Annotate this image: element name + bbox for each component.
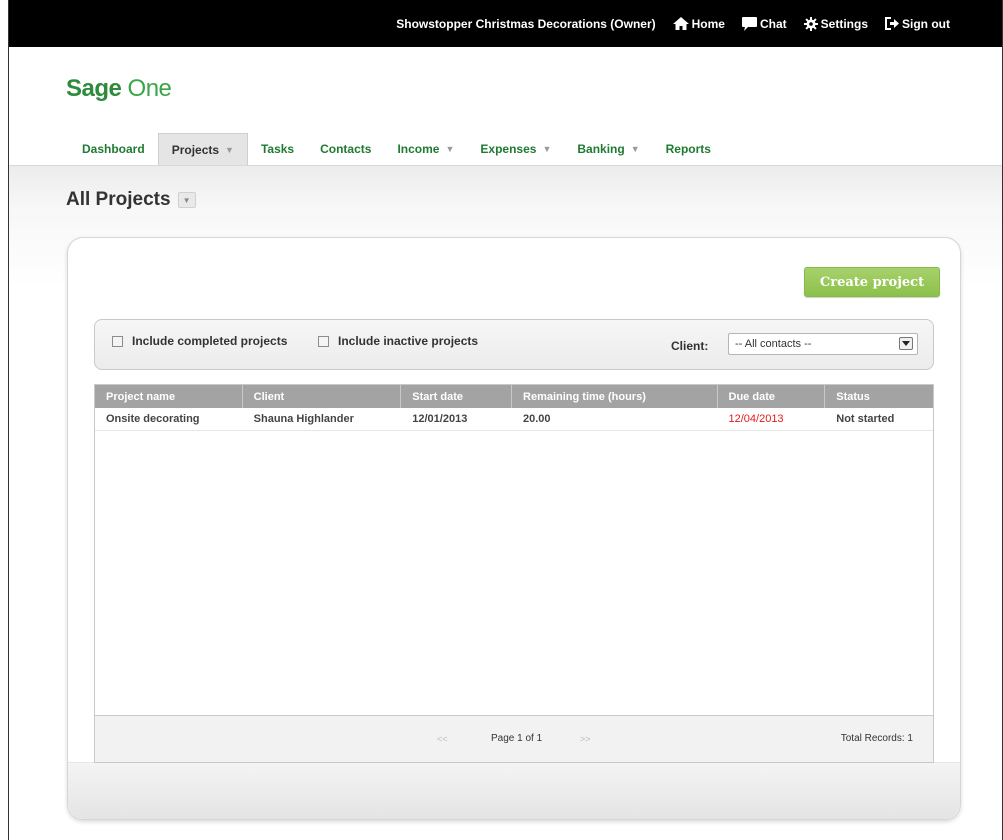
home-link[interactable]: Home (672, 16, 725, 31)
nav-divider (9, 165, 1002, 166)
chat-label: Chat (759, 16, 787, 31)
sign-out-icon (885, 17, 899, 30)
chevron-down-icon: ▼ (445, 144, 455, 154)
settings-label: Settings (820, 16, 868, 31)
chevron-down-icon: ▼ (182, 195, 191, 205)
logo-bold: Sage (66, 75, 122, 102)
page-title: All Projects ▼ (66, 189, 196, 211)
cell-remaining-time: 20.00 (523, 413, 551, 425)
tab-label: Tasks (260, 142, 295, 156)
tab-expenses[interactable]: Expenses ▼ (467, 133, 564, 165)
column-client[interactable]: Client (243, 385, 402, 408)
tab-projects[interactable]: Projects ▼ (157, 133, 248, 165)
table-header: Project name Client Start date Remaining… (95, 385, 933, 408)
prev-page-button[interactable]: << (437, 734, 448, 744)
gear-icon (803, 16, 818, 31)
signout-label: Sign out (902, 16, 950, 31)
create-project-button[interactable]: Create project (804, 267, 940, 297)
cell-due-date: 12/04/2013 (728, 413, 784, 425)
chat-icon (741, 16, 757, 31)
tab-label: Dashboard (82, 142, 145, 156)
include-completed-checkbox[interactable]: Include completed projects (112, 334, 287, 348)
company-name[interactable]: Showstopper Christmas Decorations (Owner… (396, 17, 655, 31)
pagination-bar: << Page 1 of 1 >> Total Records: 1 (95, 715, 933, 762)
next-page-button[interactable]: >> (580, 734, 591, 744)
cell-project-name[interactable]: Onsite decorating (95, 408, 243, 430)
total-records: Total Records: 1 (840, 733, 913, 744)
checkbox-box[interactable] (318, 335, 329, 347)
tab-label: Projects (171, 142, 220, 157)
tab-label: Income (397, 142, 440, 156)
cell-status: Not started (836, 413, 895, 425)
chevron-down-icon: ▼ (542, 144, 552, 154)
column-due-date[interactable]: Due date (718, 385, 826, 408)
chevron-down-icon (902, 341, 910, 346)
tab-income[interactable]: Income ▼ (384, 133, 467, 165)
client-select[interactable]: -- All contacts -- (728, 333, 918, 355)
chevron-down-icon: ▼ (225, 144, 234, 155)
home-label: Home (691, 16, 725, 31)
tab-contacts[interactable]: Contacts (307, 133, 384, 165)
tab-dashboard[interactable]: Dashboard (69, 133, 158, 165)
signout-link[interactable]: Sign out (885, 17, 950, 31)
tab-label: Expenses (480, 142, 537, 156)
client-select-value: -- All contacts -- (735, 338, 812, 350)
include-inactive-checkbox[interactable]: Include inactive projects (318, 334, 478, 348)
logo-light: One (121, 75, 172, 102)
column-remaining-time[interactable]: Remaining time (hours) (512, 385, 718, 408)
top-bar: Showstopper Christmas Decorations (Owner… (9, 0, 1002, 47)
cell-client: Shauna Highlander (253, 413, 354, 425)
card-footer (68, 762, 960, 819)
checkbox-box[interactable] (112, 335, 123, 347)
tab-banking[interactable]: Banking ▼ (564, 133, 652, 165)
chat-link[interactable]: Chat (741, 16, 787, 31)
projects-table: Project name Client Start date Remaining… (94, 384, 934, 763)
column-start-date[interactable]: Start date (401, 385, 513, 408)
main-nav: Dashboard Projects ▼ Tasks Contacts Incom… (69, 133, 724, 165)
page-title-text: All Projects (66, 189, 171, 210)
column-project-name[interactable]: Project name (95, 385, 243, 408)
sage-one-logo[interactable]: Sage One (66, 75, 172, 103)
home-icon (672, 17, 689, 30)
select-arrow[interactable] (899, 337, 913, 350)
tab-label: Contacts (320, 142, 372, 156)
tab-label: Banking (577, 142, 625, 156)
checkbox-label: Include inactive projects (338, 334, 479, 348)
app-frame: Showstopper Christmas Decorations (Owner… (8, 0, 1003, 840)
tab-label: Reports (665, 142, 711, 156)
table-row[interactable]: Onsite decorating Shauna Highlander 12/0… (95, 408, 933, 431)
tab-reports[interactable]: Reports (653, 133, 724, 165)
title-dropdown-button[interactable]: ▼ (177, 192, 196, 208)
tab-tasks[interactable]: Tasks (248, 133, 307, 165)
client-label: Client: (671, 339, 709, 353)
chevron-down-icon: ▼ (630, 144, 640, 154)
page-info: Page 1 of 1 (491, 733, 543, 744)
cell-start-date: 12/01/2013 (412, 413, 468, 425)
checkbox-label: Include completed projects (132, 334, 288, 348)
filter-bar: Include completed projects Include inact… (94, 319, 934, 370)
settings-link[interactable]: Settings (803, 16, 868, 31)
projects-card: Create project Include completed project… (67, 237, 961, 820)
column-status[interactable]: Status (825, 385, 933, 408)
